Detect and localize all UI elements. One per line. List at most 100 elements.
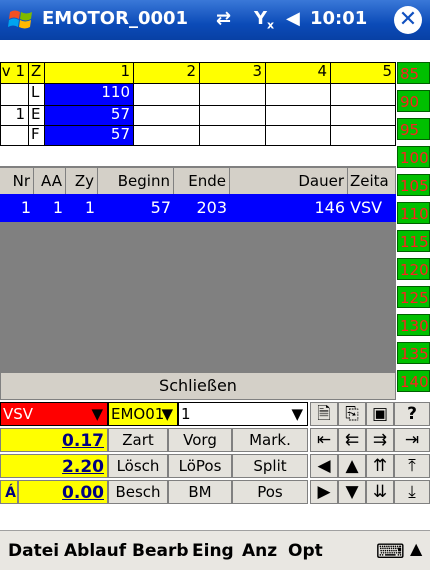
grid-row-z[interactable]: L bbox=[29, 84, 45, 106]
cell-zeit: VSV bbox=[350, 198, 383, 217]
menu-opt[interactable]: Opt bbox=[288, 541, 323, 561]
loepos-button[interactable]: LöPos bbox=[168, 454, 232, 478]
grid-row-z[interactable]: E bbox=[29, 106, 45, 126]
scale-item[interactable]: 120 bbox=[397, 258, 430, 280]
close-button[interactable]: Schließen bbox=[0, 372, 396, 400]
speaker-icon[interactable]: ◀ bbox=[286, 8, 300, 29]
chevron-down-icon: ▼ bbox=[91, 405, 103, 423]
bm-button[interactable]: BM bbox=[168, 480, 232, 504]
grid-cell[interactable]: 110 bbox=[45, 84, 134, 106]
menu-anz[interactable]: Anz bbox=[242, 541, 277, 561]
fast-down-icon[interactable]: ⇊ bbox=[366, 480, 394, 504]
zart-button[interactable]: Zart bbox=[108, 428, 168, 452]
split-button[interactable]: Split bbox=[232, 454, 308, 478]
scale-item[interactable]: 140 bbox=[397, 370, 430, 392]
grid-row-v[interactable] bbox=[0, 126, 29, 146]
go-first-icon[interactable]: ⇤ bbox=[310, 428, 338, 452]
col-aa[interactable]: AA bbox=[34, 168, 66, 194]
grid-cell[interactable] bbox=[266, 84, 331, 106]
scale-item[interactable]: 110 bbox=[397, 202, 430, 224]
chevron-up-icon[interactable]: ▲ bbox=[410, 539, 422, 558]
close-icon[interactable]: ✕ bbox=[394, 6, 422, 34]
grid-row-v[interactable] bbox=[0, 84, 29, 106]
pos-button[interactable]: Pos bbox=[232, 480, 308, 504]
clock-time[interactable]: 10:01 bbox=[310, 8, 367, 29]
loesch-button[interactable]: Lösch bbox=[108, 454, 168, 478]
cell-ende: 203 bbox=[196, 198, 227, 217]
menu-datei[interactable]: Datei bbox=[8, 541, 59, 561]
cell-aa: 1 bbox=[52, 198, 63, 217]
go-top-icon[interactable]: ⤒ bbox=[394, 454, 430, 478]
side-label[interactable]: Á bbox=[0, 480, 18, 504]
grid-row-z[interactable]: F bbox=[29, 126, 45, 146]
help-icon[interactable]: ? bbox=[394, 402, 430, 426]
col-zeit[interactable]: Zeita bbox=[348, 168, 396, 194]
grid-header-2: 2 bbox=[134, 62, 200, 84]
col-zy[interactable]: Zy bbox=[66, 168, 98, 194]
scale-item[interactable]: 85 bbox=[397, 62, 430, 84]
go-bottom-icon[interactable]: ⤓ bbox=[394, 480, 430, 504]
scale-item[interactable]: 90 bbox=[397, 90, 430, 112]
grid-cell[interactable] bbox=[134, 106, 200, 126]
value-field-2[interactable]: 2.20 bbox=[0, 454, 108, 478]
grid-cell[interactable] bbox=[134, 126, 200, 146]
grid-cell[interactable] bbox=[200, 106, 266, 126]
scale-item[interactable]: 105 bbox=[397, 174, 430, 196]
scale-item[interactable]: 115 bbox=[397, 230, 430, 252]
grid-cell[interactable] bbox=[266, 106, 331, 126]
select-number[interactable]: 1 ▼ bbox=[178, 402, 308, 426]
grid-cell[interactable] bbox=[266, 126, 331, 146]
mark-button[interactable]: Mark. bbox=[232, 428, 308, 452]
col-ende[interactable]: Ende bbox=[174, 168, 230, 194]
fast-forward-icon[interactable]: ⇉ bbox=[366, 428, 394, 452]
scale-item[interactable]: 135 bbox=[397, 342, 430, 364]
sync-arrows-icon[interactable]: ⇄ bbox=[216, 8, 231, 29]
menu-eing[interactable]: Eing bbox=[192, 541, 234, 561]
scale-item[interactable]: 95 bbox=[397, 118, 430, 140]
col-nr[interactable]: Nr bbox=[0, 168, 34, 194]
windows-start-icon[interactable] bbox=[8, 6, 36, 34]
chevron-down-icon: ▼ bbox=[291, 405, 303, 423]
cell-nr: 1 bbox=[20, 198, 31, 217]
grid-cell[interactable] bbox=[331, 126, 396, 146]
grid-row-v[interactable]: 1 bbox=[0, 106, 29, 126]
grid-cell[interactable] bbox=[331, 84, 396, 106]
app-title: EMOTOR_0001 bbox=[42, 8, 189, 29]
select-motor[interactable]: EMO01 ▼ bbox=[108, 402, 178, 426]
grid-cell[interactable] bbox=[200, 84, 266, 106]
fast-back-icon[interactable]: ⇇ bbox=[338, 428, 366, 452]
grid-cell[interactable] bbox=[134, 84, 200, 106]
arrow-up-icon[interactable]: ▲ bbox=[338, 454, 366, 478]
value-field-3[interactable]: 0.00 bbox=[18, 480, 108, 504]
list-empty-area bbox=[0, 222, 396, 372]
copy-document-icon[interactable]: ⎘ bbox=[338, 402, 366, 426]
grid-header-5: 5 bbox=[331, 62, 396, 84]
col-beginn[interactable]: Beginn bbox=[98, 168, 174, 194]
grid-cell[interactable] bbox=[331, 106, 396, 126]
grid-cell[interactable]: 57 bbox=[45, 106, 134, 126]
keyboard-icon[interactable]: ⌨ bbox=[376, 539, 405, 563]
arrow-down-icon[interactable]: ▼ bbox=[338, 480, 366, 504]
go-last-icon[interactable]: ⇥ bbox=[394, 428, 430, 452]
arrow-left-icon[interactable]: ◀ bbox=[310, 454, 338, 478]
menu-ablauf[interactable]: Ablauf bbox=[64, 541, 126, 561]
new-document-icon[interactable]: 🗎 bbox=[310, 402, 338, 426]
list-item[interactable]: 1 1 1 57 203 146 VSV bbox=[0, 194, 396, 222]
save-icon[interactable]: ▣ bbox=[366, 402, 394, 426]
select-mode[interactable]: VSV ▼ bbox=[0, 402, 108, 426]
fast-up-icon[interactable]: ⇈ bbox=[366, 454, 394, 478]
col-dauer[interactable]: Dauer bbox=[230, 168, 348, 194]
no-signal-icon[interactable]: Yx bbox=[254, 8, 274, 32]
value-field-1[interactable]: 0.17 bbox=[0, 428, 108, 452]
menu-bearb[interactable]: Bearb bbox=[132, 541, 189, 561]
scale-item[interactable]: 130 bbox=[397, 314, 430, 336]
controls-spacer bbox=[0, 506, 430, 530]
besch-button[interactable]: Besch bbox=[108, 480, 168, 504]
grid-cell[interactable]: 57 bbox=[45, 126, 134, 146]
scale-item[interactable]: 125 bbox=[397, 286, 430, 308]
side-scale: 85 90 95 100 105 110 115 120 125 130 135… bbox=[397, 62, 430, 402]
vorg-button[interactable]: Vorg bbox=[168, 428, 232, 452]
arrow-right-icon[interactable]: ▶ bbox=[310, 480, 338, 504]
grid-cell[interactable] bbox=[200, 126, 266, 146]
scale-item[interactable]: 100 bbox=[397, 146, 430, 168]
